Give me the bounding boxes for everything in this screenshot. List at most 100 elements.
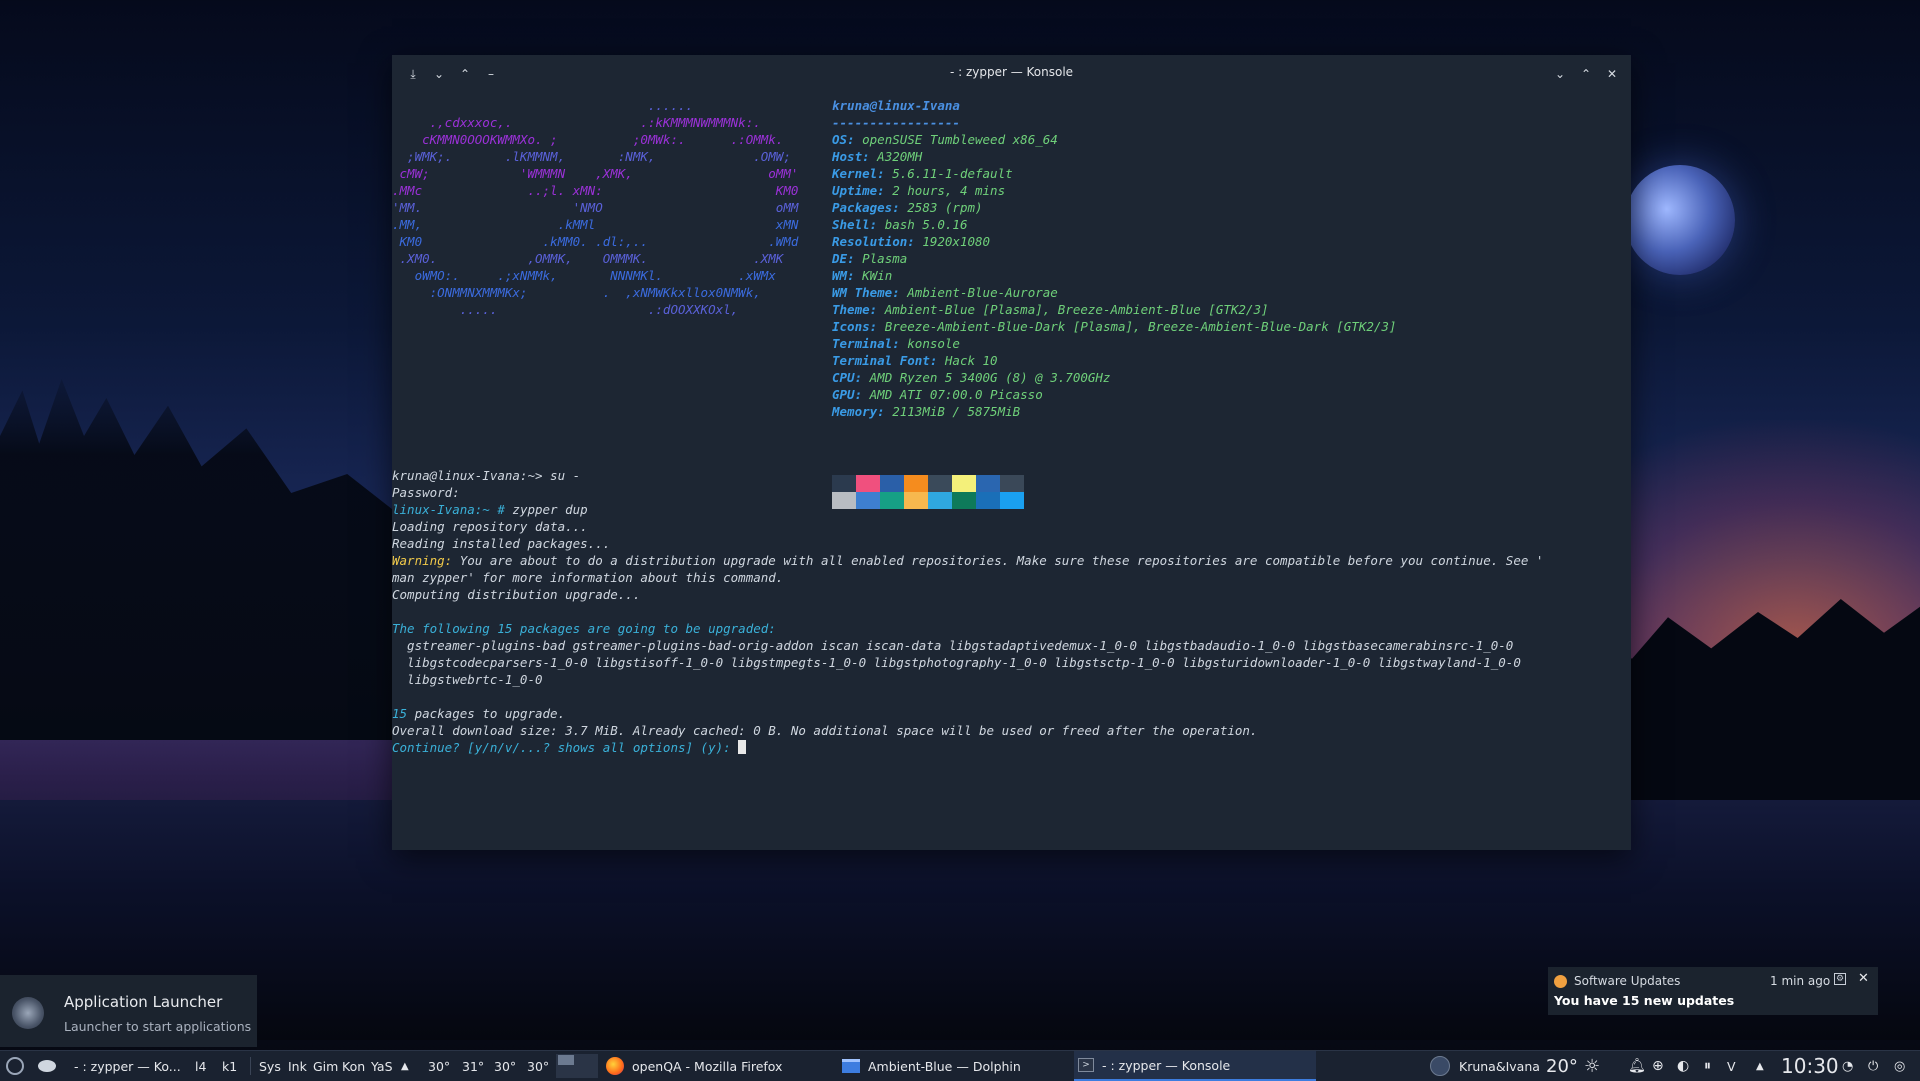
notification-title: Software Updates <box>1574 974 1681 988</box>
line-computing: Computing distribution upgrade... <box>392 587 641 602</box>
task-zypper-small[interactable]: - : zypper — Ko... <box>74 1051 181 1081</box>
launcher-tooltip-title: Application Launcher <box>64 993 223 1011</box>
launcher-icon <box>6 1057 24 1075</box>
info-value: A320MH <box>877 149 923 164</box>
info-key: Shell <box>832 217 870 232</box>
palette-swatch <box>880 475 904 492</box>
logo-line: 'MM. 'NMO oMM <box>392 200 799 215</box>
logo-line: .MM, .kMMl xMN <box>392 217 799 232</box>
weather-temperature[interactable]: 20° <box>1546 1051 1578 1081</box>
notification-close-icon[interactable]: ✕ <box>1858 971 1869 986</box>
tray-text-v[interactable]: V <box>1727 1051 1736 1081</box>
task-konsole-label: - : zypper — Konsole <box>1102 1057 1231 1073</box>
palette-swatch <box>928 492 952 509</box>
info-key: Terminal <box>832 336 893 351</box>
sensor-temp-2: 31° <box>462 1058 485 1074</box>
panel-separator <box>250 1057 251 1075</box>
palette-swatch <box>952 492 976 509</box>
expand-up-icon[interactable]: ▲ <box>401 1051 409 1081</box>
clock[interactable]: 10:30 <box>1781 1051 1839 1081</box>
info-value: openSUSE Tumbleweed x86_64 <box>862 132 1058 147</box>
pager-desktop-l4[interactable]: l4 <box>195 1051 206 1081</box>
info-key: Kernel <box>832 166 878 181</box>
pager-desktop-k1[interactable]: k1 <box>222 1051 237 1081</box>
power-icon[interactable]: ⏻ <box>1868 1051 1878 1081</box>
logo-line: ..... .:dOOXXKOxl, <box>392 302 739 317</box>
quicklaunch-gim[interactable]: Gim <box>313 1051 338 1081</box>
software-updates-icon <box>1554 975 1567 988</box>
firefox-icon <box>606 1057 624 1075</box>
info-value: Breeze-Ambient-Blue-Dark [Plasma], Breez… <box>884 319 1397 334</box>
notifications-bell-icon[interactable]: 🔔︎ <box>1628 1051 1646 1081</box>
info-row: Theme: Ambient-Blue [Plasma], Breeze-Amb… <box>832 302 1269 317</box>
maximize-button[interactable]: ⌃ <box>1577 65 1595 83</box>
info-value: Plasma <box>862 251 908 266</box>
info-value: Ambient-Blue-Aurorae <box>907 285 1058 300</box>
logo-line: KM0 .kMM0. .dl:,.. .WMd <box>392 234 799 249</box>
taskbar-panel: - : zypper — Ko... l4 k1 Sys Ink Gim Kon… <box>0 1050 1920 1081</box>
info-key: Terminal Font <box>832 353 930 368</box>
media-icon[interactable]: ⏸︎ <box>1704 1051 1711 1081</box>
logo-line: .,cdxxxoc,. .:kKMMMNWMMMNk:. <box>392 115 761 130</box>
pager-thumbnail[interactable] <box>556 1054 598 1078</box>
wallpaper-moon <box>1625 165 1735 275</box>
quicklaunch-kon[interactable]: Kon <box>342 1051 365 1081</box>
task-dolphin[interactable]: Ambient-Blue — Dolphin <box>842 1051 1072 1081</box>
line-packages-2: libgstcodecparsers-1_0-0 libgstisoff-1_0… <box>392 655 1521 670</box>
line-count: 15 packages to upgrade. <box>392 706 566 721</box>
line-reading: Reading installed packages... <box>392 536 611 551</box>
info-key: Host <box>832 149 863 164</box>
logo-line: :ONMMNXMMMKx; . ,xNMWKkxllox0NMWk, <box>392 285 761 300</box>
logo-line: .XM0. ,OMMK, OMMMK. .XMK <box>392 251 784 266</box>
line-zypper: linux-Ivana:~ # zypper dup <box>392 502 588 517</box>
palette-swatch <box>1000 475 1024 492</box>
palette-swatch <box>880 492 904 509</box>
quicklaunch-sys[interactable]: Sys <box>259 1051 281 1081</box>
info-row: Uptime: 2 hours, 4 mins <box>832 183 1006 198</box>
info-row: Terminal: konsole <box>832 336 960 351</box>
close-button[interactable]: ✕ <box>1603 65 1621 83</box>
task-konsole[interactable]: > - : zypper — Konsole <box>1074 1051 1316 1081</box>
palette-swatch <box>832 475 856 492</box>
updates-icon[interactable]: ⊕ <box>1652 1051 1664 1081</box>
network-icon[interactable]: ◐ <box>1677 1051 1689 1081</box>
quicklaunch-yas[interactable]: YaS <box>371 1051 393 1081</box>
pager-window-icon <box>558 1055 574 1065</box>
terminal-area[interactable]: ...... .,cdxxxoc,. .:kKMMMNWMMMNk:. cKMM… <box>392 93 1631 850</box>
palette-swatch <box>976 475 1000 492</box>
info-key: WM Theme <box>832 285 893 300</box>
line-continue-prompt[interactable]: Continue? [y/n/v/...? shows all options]… <box>392 739 747 756</box>
window-title: - : zypper — Konsole <box>949 65 1074 79</box>
user-avatar[interactable] <box>1430 1051 1450 1081</box>
quicklaunch-ink[interactable]: Ink <box>288 1051 307 1081</box>
info-row: Resolution: 1920x1080 <box>832 234 991 249</box>
window-titlebar[interactable]: ⤓ ⌄ ⌃ – - : zypper — Konsole ⌄ ⌃ ✕ <box>392 55 1631 93</box>
info-value: 1920x1080 <box>922 234 991 249</box>
weather-sun-icon[interactable]: ☼ <box>1584 1051 1600 1081</box>
info-row: Memory: 2113MiB / 5875MiB <box>832 404 1021 419</box>
launcher-icon <box>12 997 44 1029</box>
info-key: DE <box>832 251 848 266</box>
konsole-window[interactable]: ⤓ ⌄ ⌃ – - : zypper — Konsole ⌄ ⌃ ✕ .....… <box>392 55 1631 850</box>
application-launcher-button[interactable] <box>6 1051 24 1081</box>
minimize-button[interactable]: ⌄ <box>1551 65 1569 83</box>
info-value: Ambient-Blue [Plasma], Breeze-Ambient-Bl… <box>884 302 1269 317</box>
software-updates-notification[interactable]: Software Updates 1 min ago ⚙ ✕ You have … <box>1548 967 1878 1015</box>
info-row: DE: Plasma <box>832 251 908 266</box>
line-following: The following 15 packages are going to b… <box>392 621 776 636</box>
activity-icon[interactable] <box>38 1051 56 1081</box>
tray-expand-icon[interactable]: ▲ <box>1756 1051 1764 1081</box>
line-loading: Loading repository data... <box>392 519 588 534</box>
text-cursor <box>738 740 747 754</box>
info-row: OS: openSUSE Tumbleweed x86_64 <box>832 132 1058 147</box>
user-name[interactable]: Kruna&Ivana <box>1459 1051 1540 1081</box>
info-value: AMD Ryzen 5 3400G (8) @ 3.700GHz <box>869 370 1111 385</box>
task-firefox[interactable]: openQA - Mozilla Firefox <box>606 1051 836 1081</box>
notification-body: You have 15 new updates <box>1554 993 1735 1008</box>
configure-icon[interactable]: ⚙ <box>1834 973 1846 985</box>
line-warning: Warning: You are about to do a distribut… <box>392 553 1544 568</box>
zoom-icon[interactable]: ◎ <box>1894 1051 1905 1081</box>
lock-screen-icon[interactable]: ◔ <box>1842 1051 1853 1081</box>
info-key: Icons <box>832 319 870 334</box>
logo-line: cMW; 'WMMMN ,XMK, oMM' <box>392 166 799 181</box>
